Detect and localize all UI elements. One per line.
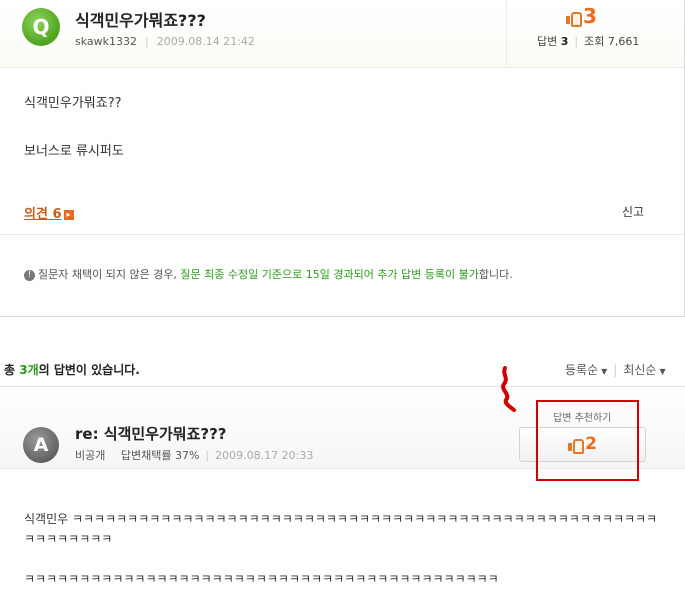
opinion-arrow-icon: ▸ xyxy=(63,209,74,220)
report-button[interactable]: 신고 xyxy=(622,203,644,220)
answer-adoption-rate: 답변채택률 37% xyxy=(120,449,200,462)
answer-body-line: 식객민우 ㅋㅋㅋㅋㅋㅋㅋㅋㅋㅋㅋㅋㅋㅋㅋㅋㅋㅋㅋㅋㅋㅋㅋㅋㅋㅋㅋㅋㅋㅋㅋㅋㅋㅋㅋ… xyxy=(24,512,658,546)
answer-avatar-icon: A xyxy=(23,427,59,463)
thumbs-up-icon xyxy=(566,11,582,27)
exclamation-icon: ! xyxy=(24,269,35,281)
stats-separator: | xyxy=(574,35,579,48)
question-like-count: 3 xyxy=(583,4,597,28)
caret-down-icon: ▼ xyxy=(659,367,666,376)
sort-option-label: 등록순 xyxy=(565,363,599,377)
answer-meta: 비공개 답변채택률 37% | 2009.08.17 20:33 xyxy=(75,447,313,463)
notice-suffix: 합니다. xyxy=(478,268,513,281)
notice-highlight: 질문 최종 수정일 기준으로 15일 경과되어 추가 답변 등록이 불가 xyxy=(180,268,479,281)
meta-separator xyxy=(111,449,115,462)
opinion-label: 의견 xyxy=(24,207,48,222)
answers-heading-count: 3개 xyxy=(19,363,39,377)
notice-message: ! 질문자 채택이 되지 않은 경우, 질문 최종 수정일 기준으로 15일 경과… xyxy=(24,266,513,282)
red-highlight-box xyxy=(536,400,639,481)
answers-count-heading: 총 3개의 답변이 있습니다. xyxy=(4,361,140,378)
question-meta: skawk1332 | 2009.08.14 21:42 xyxy=(75,35,255,48)
meta-separator: | xyxy=(145,35,149,48)
caret-down-icon: ▼ xyxy=(601,367,608,376)
question-date: 2009.08.14 21:42 xyxy=(156,35,255,48)
question-body: 식객민우가뭐죠?? 보너스로 류시퍼도 xyxy=(24,92,124,188)
question-body-line: 보너스로 류시퍼도 xyxy=(24,144,124,159)
question-header: Q 식객민우가뭐죠??? skawk1332 | 2009.08.14 21:42 … xyxy=(0,0,684,68)
answer-body-line: ㅋㅋㅋㅋㅋㅋㅋㅋㅋㅋㅋㅋㅋㅋㅋㅋㅋㅋㅋㅋㅋㅋㅋㅋㅋㅋㅋㅋㅋㅋㅋㅋㅋㅋㅋㅋㅋㅋㅋㅋ… xyxy=(24,572,499,586)
opinion-count: 6 xyxy=(52,207,62,222)
question-title: 식객민우가뭐죠??? xyxy=(75,11,206,30)
answer-date: 2009.08.17 20:33 xyxy=(215,449,314,462)
sort-controls: 등록순 ▼ | 최신순 ▼ xyxy=(565,361,666,378)
notice-prefix: 질문자 채택이 되지 않은 경우, xyxy=(38,268,181,281)
meta-separator: | xyxy=(205,449,210,462)
question-stats: 답변 3 | 조회 7,661 xyxy=(537,33,639,49)
answers-heading-prefix: 총 xyxy=(4,363,20,377)
views-count: 7,661 xyxy=(607,35,640,48)
answers-heading-suffix: 의 답변이 있습니다. xyxy=(38,363,140,377)
question-panel: Q 식객민우가뭐죠??? skawk1332 | 2009.08.14 21:42 … xyxy=(0,0,685,317)
opinion-link[interactable]: 의견 6 ▸ xyxy=(24,203,74,222)
answer-title: re: 식객민우가뭐죠??? xyxy=(75,425,227,443)
views-label: 조회 xyxy=(584,35,605,48)
question-divider xyxy=(0,234,684,235)
sort-option-label: 최신순 xyxy=(623,363,657,377)
answer-body: 식객민우 ㅋㅋㅋㅋㅋㅋㅋㅋㅋㅋㅋㅋㅋㅋㅋㅋㅋㅋㅋㅋㅋㅋㅋㅋㅋㅋㅋㅋㅋㅋㅋㅋㅋㅋㅋ… xyxy=(24,509,664,600)
answers-count: 3 xyxy=(560,35,569,48)
sort-by-latest[interactable]: 최신순 ▼ xyxy=(623,363,665,377)
question-avatar-icon: Q xyxy=(22,8,60,46)
question-body-line: 식객민우가뭐죠?? xyxy=(24,96,122,111)
sort-separator: | xyxy=(613,363,618,377)
sort-by-registered[interactable]: 등록순 ▼ xyxy=(565,363,607,377)
red-pen-mark xyxy=(501,366,516,412)
question-like-button[interactable]: 3 xyxy=(566,4,597,28)
stat-divider xyxy=(506,0,507,66)
answer-author: 비공개 xyxy=(75,449,106,462)
answers-label: 답변 xyxy=(537,35,558,48)
question-author[interactable]: skawk1332 xyxy=(75,35,137,48)
